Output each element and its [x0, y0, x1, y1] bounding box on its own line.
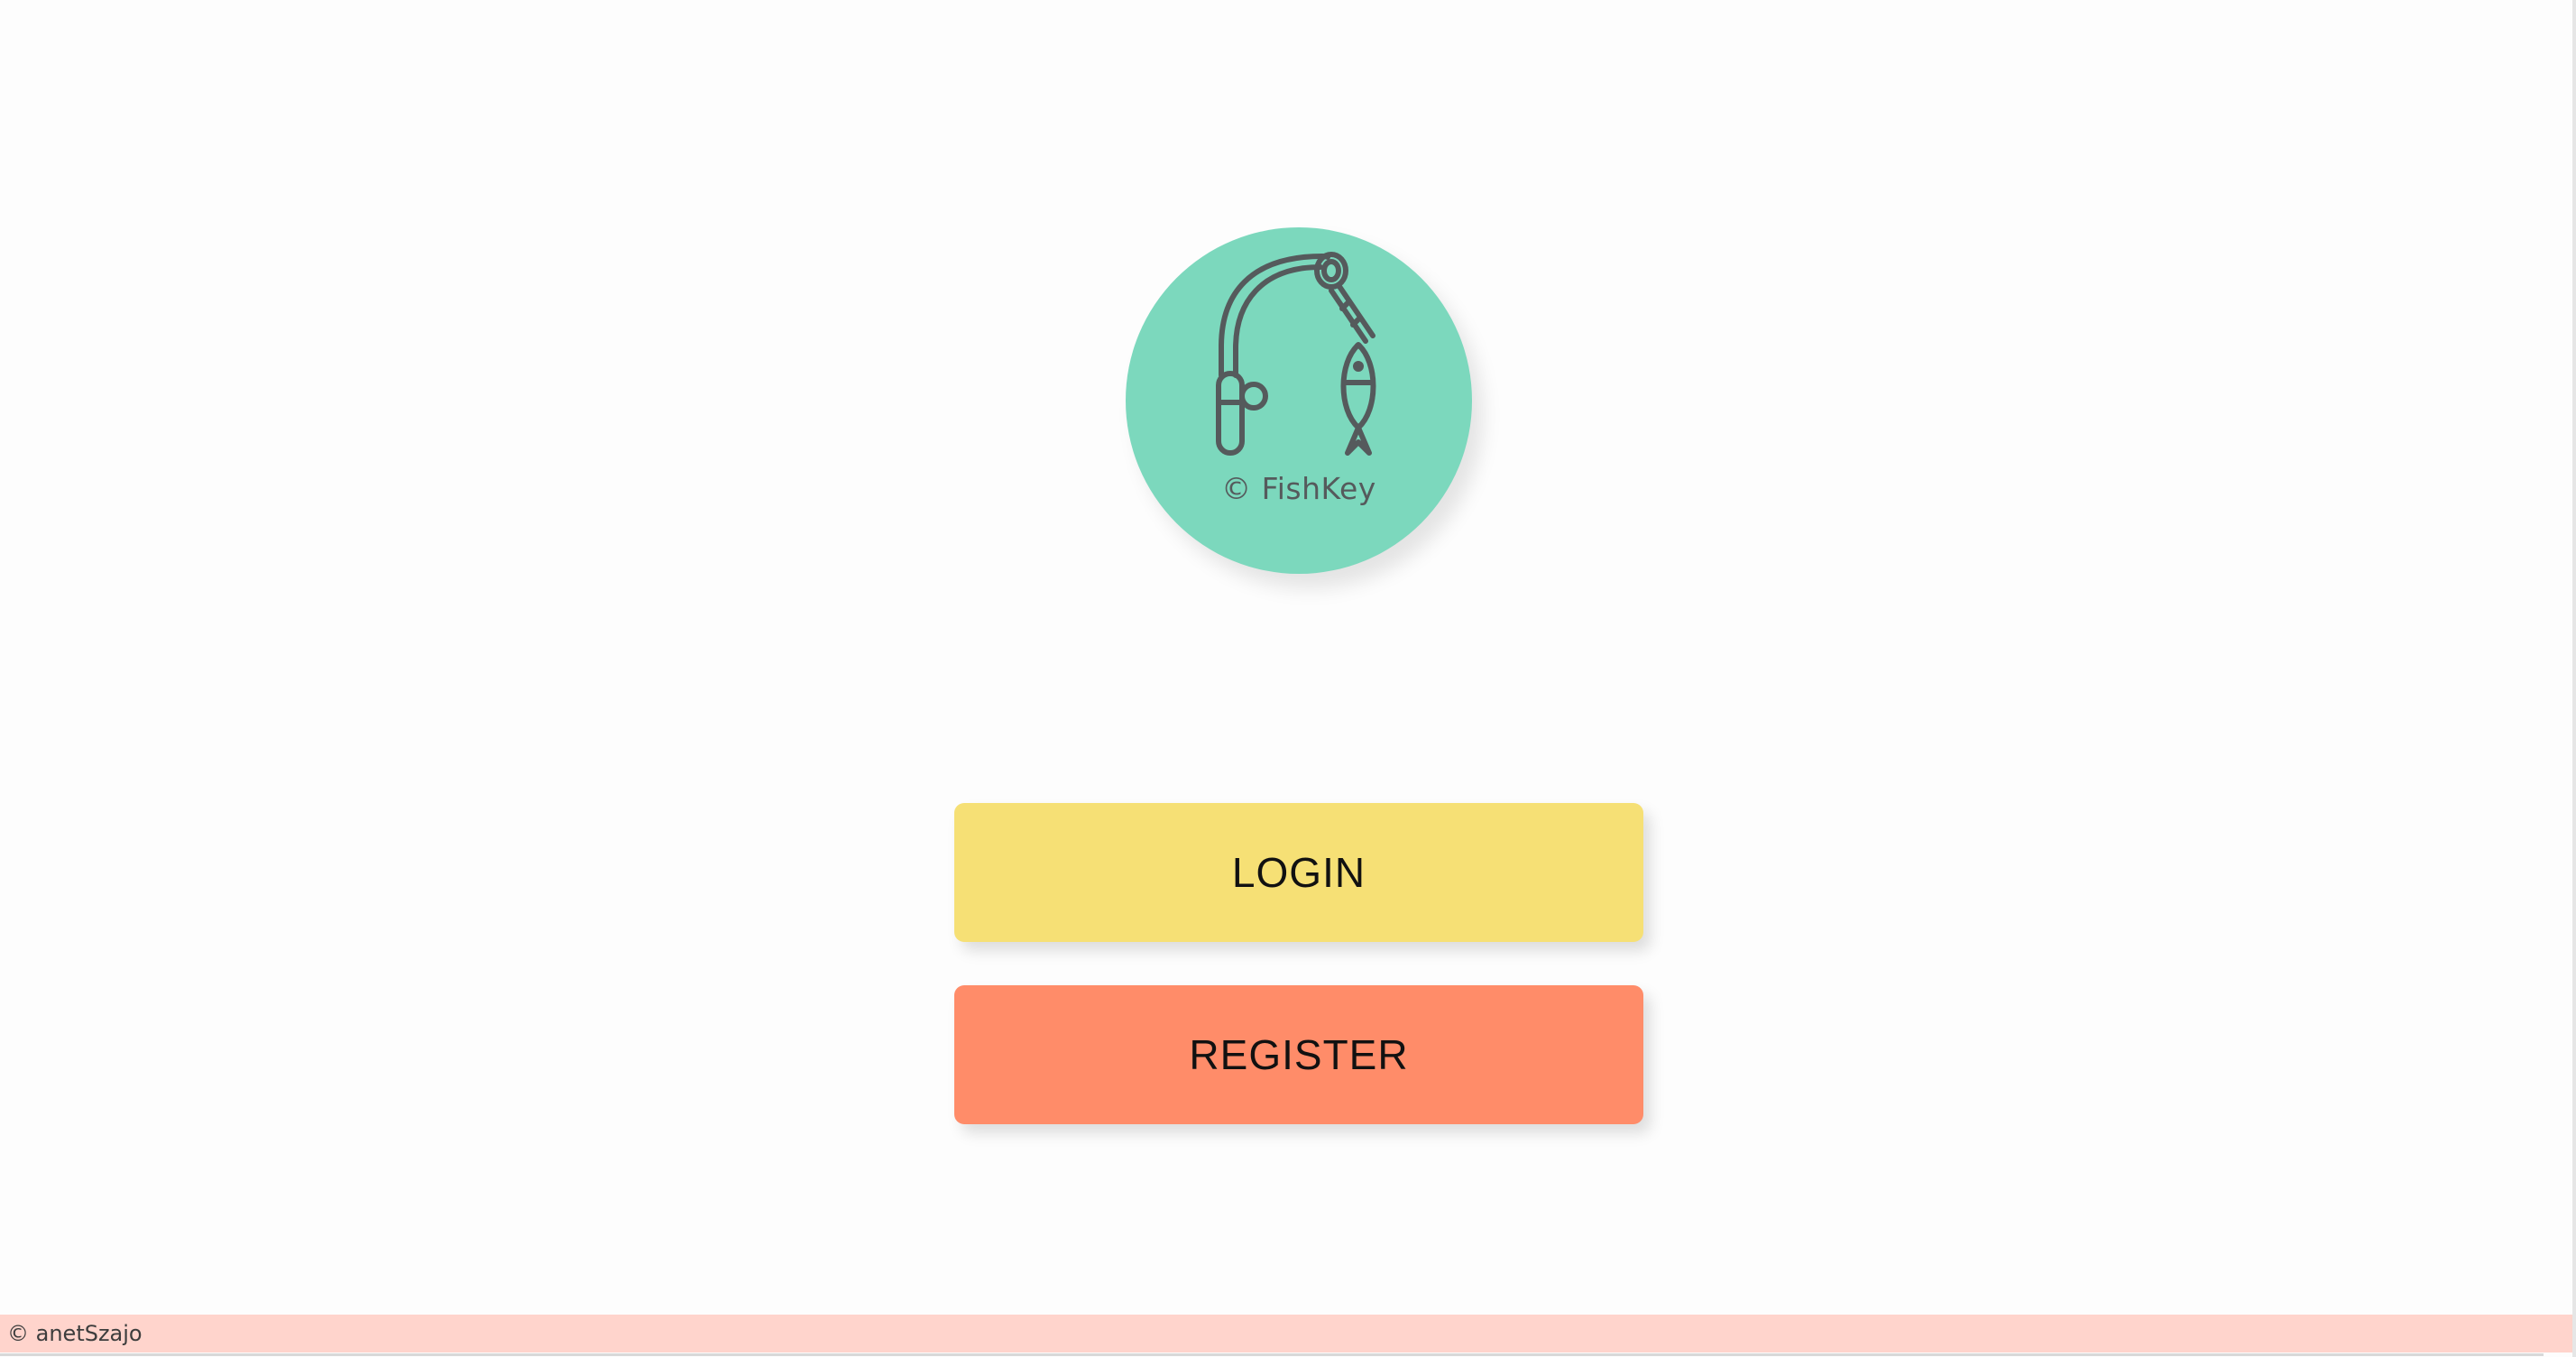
login-button[interactable]: LOGIN	[954, 803, 1643, 942]
fishkey-logo: © FishKey	[1126, 227, 1472, 574]
footer-divider	[0, 1353, 2544, 1356]
fishing-rod-key-fish-icon	[1216, 252, 1376, 456]
register-button[interactable]: REGISTER	[954, 985, 1643, 1124]
logo-copyright-text: © FishKey	[1221, 471, 1376, 506]
footer-copyright: © anetSzajo	[7, 1321, 143, 1346]
footer: © anetSzajo	[0, 1315, 2572, 1352]
page-edge	[2572, 0, 2576, 1357]
